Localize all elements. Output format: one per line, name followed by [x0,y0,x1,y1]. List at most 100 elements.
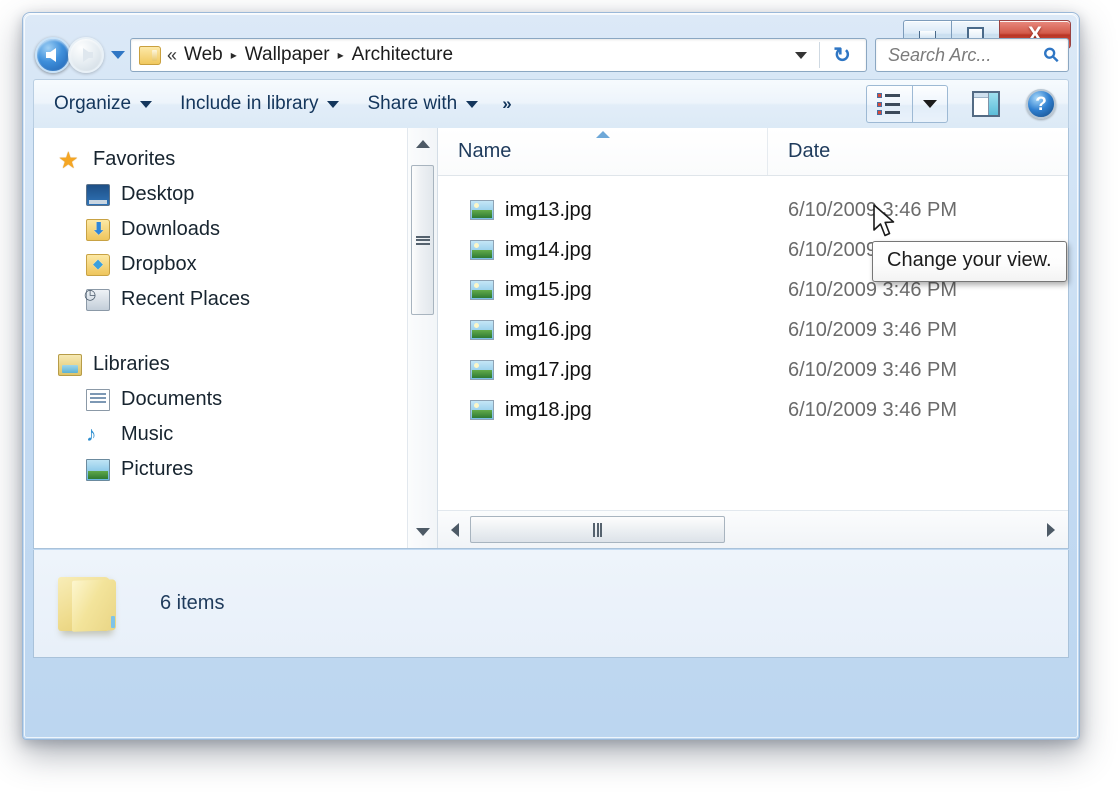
dropbox-folder-icon [86,253,110,276]
breadcrumb-item-web[interactable]: Web [184,44,223,66]
chevron-right-icon [1047,522,1055,537]
jpg-image-icon [470,320,494,340]
preview-pane-button[interactable] [966,86,1006,122]
navigation-pane: ★ Favorites Desktop Downloads Dropbox [34,128,438,548]
chevron-up-icon [415,140,430,148]
jpg-image-icon [470,200,494,220]
file-name-label: img18.jpg [505,398,592,421]
sidebar-item-downloads[interactable]: Downloads [34,212,407,247]
file-date-cell: 6/10/2009 3:46 PM [788,398,958,421]
title-bar: X « Web ▸ Wallpaper ▸ Architecture ↻ Sea… [23,13,1079,75]
address-bar[interactable]: « Web ▸ Wallpaper ▸ Architecture ↻ [130,38,867,72]
jpg-image-icon [470,240,494,260]
scrollbar-track[interactable] [468,511,1038,548]
music-icon: ♪ [86,422,97,446]
file-name-label: img14.jpg [505,238,592,261]
scroll-down-button[interactable] [415,519,430,545]
recent-places-icon [84,286,110,311]
scroll-up-button[interactable] [415,131,430,157]
search-input[interactable]: Search Arc... ⚲ [875,38,1069,72]
include-in-library-label: Include in library [180,93,319,114]
sidebar-item-label: Dropbox [121,253,197,275]
scrollbar-track[interactable] [408,157,437,519]
navigation-pane-scrollbar[interactable] [407,128,437,548]
table-row[interactable]: img18.jpg 6/10/2009 3:46 PM [438,390,1068,430]
sidebar-item-desktop[interactable]: Desktop [34,177,407,212]
file-name-cell[interactable]: img18.jpg [438,399,768,422]
grip-icon [593,522,602,537]
sidebar-item-music[interactable]: ♪ Music [34,417,407,452]
file-name-label: img15.jpg [505,278,592,301]
grip-icon [415,235,430,245]
breadcrumb-overflow[interactable]: « [167,45,177,66]
view-dropdown-button[interactable] [912,85,948,123]
sidebar-item-recent-places[interactable]: Recent Places [34,282,407,317]
folder-icon [139,45,161,65]
chevron-down-icon [466,100,479,108]
refresh-button[interactable]: ↻ [820,45,864,66]
file-name-cell[interactable]: img17.jpg [438,359,768,382]
address-bar-row: « Web ▸ Wallpaper ▸ Architecture ↻ Searc… [35,35,1069,75]
sidebar-group-favorites[interactable]: ★ Favorites [34,142,407,177]
file-rows: img13.jpg 6/10/2009 3:46 PM img14.jpg 6/… [438,176,1068,510]
help-button[interactable]: ? [1020,84,1062,124]
content-area: ★ Favorites Desktop Downloads Dropbox [33,128,1069,549]
table-row[interactable]: img16.jpg 6/10/2009 3:46 PM [438,310,1068,350]
scroll-right-button[interactable] [1038,522,1064,537]
downloads-folder-icon [86,218,110,241]
change-view-button[interactable] [866,85,912,123]
libraries-icon [58,353,82,376]
back-button[interactable] [35,37,71,73]
include-in-library-button[interactable]: Include in library [166,87,353,121]
jpg-image-icon [470,360,494,380]
scroll-left-button[interactable] [442,522,468,537]
help-icon: ? [1026,89,1056,119]
breadcrumb-item-wallpaper[interactable]: Wallpaper [245,44,330,66]
scrollbar-thumb[interactable] [470,516,725,543]
toolbar-overflow-button[interactable]: » [492,88,521,120]
scrollbar-thumb[interactable] [411,165,434,315]
file-name-cell[interactable]: img15.jpg [438,279,768,302]
file-name-cell[interactable]: img14.jpg [438,239,768,262]
breadcrumb: « Web ▸ Wallpaper ▸ Architecture [167,44,789,66]
breadcrumb-separator[interactable]: ▸ [338,48,344,62]
search-icon: ⚲ [1039,42,1065,68]
refresh-icon: ↻ [833,43,851,67]
file-date-cell: 6/10/2009 3:46 PM [788,318,958,341]
column-header-name[interactable]: Name [438,128,768,175]
organize-label: Organize [54,93,132,114]
jpg-image-icon [470,280,494,300]
table-row[interactable]: img13.jpg 6/10/2009 3:46 PM [438,190,1068,230]
file-name-label: img16.jpg [505,318,592,341]
share-with-button[interactable]: Share with [353,87,492,121]
table-row[interactable]: img17.jpg 6/10/2009 3:46 PM [438,350,1068,390]
command-toolbar: Organize Include in library Share with » [33,79,1069,129]
column-header-date[interactable]: Date [768,128,1068,175]
chevron-down-icon [415,528,430,536]
sidebar-item-pictures[interactable]: Pictures [34,452,407,487]
file-name-cell[interactable]: img16.jpg [438,319,768,342]
chevron-down-icon [923,100,937,108]
file-name-cell[interactable]: img13.jpg [438,199,768,222]
tooltip: Change your view. [872,241,1067,282]
chevron-down-icon [327,100,340,108]
star-icon: ★ [58,146,79,173]
file-name-label: img13.jpg [505,198,592,221]
recent-pages-dropdown[interactable] [111,51,125,59]
sidebar-item-documents[interactable]: Documents [34,382,407,417]
file-list-horizontal-scrollbar[interactable] [438,510,1068,548]
forward-button[interactable] [68,37,104,73]
organize-button[interactable]: Organize [40,87,166,121]
chevron-down-icon[interactable] [795,51,807,59]
sidebar-item-label: Desktop [121,183,195,205]
documents-icon [86,388,110,411]
column-header-name-label: Name [458,140,512,162]
breadcrumb-item-architecture[interactable]: Architecture [352,44,453,66]
file-date-cell: 6/10/2009 3:46 PM [788,198,958,221]
sidebar-item-dropbox[interactable]: Dropbox [34,247,407,282]
sidebar-group-libraries[interactable]: Libraries [34,347,407,382]
chevron-down-icon [140,100,153,108]
item-count-label: 6 items [160,592,225,614]
breadcrumb-separator[interactable]: ▸ [231,48,237,62]
pictures-icon [86,458,110,481]
